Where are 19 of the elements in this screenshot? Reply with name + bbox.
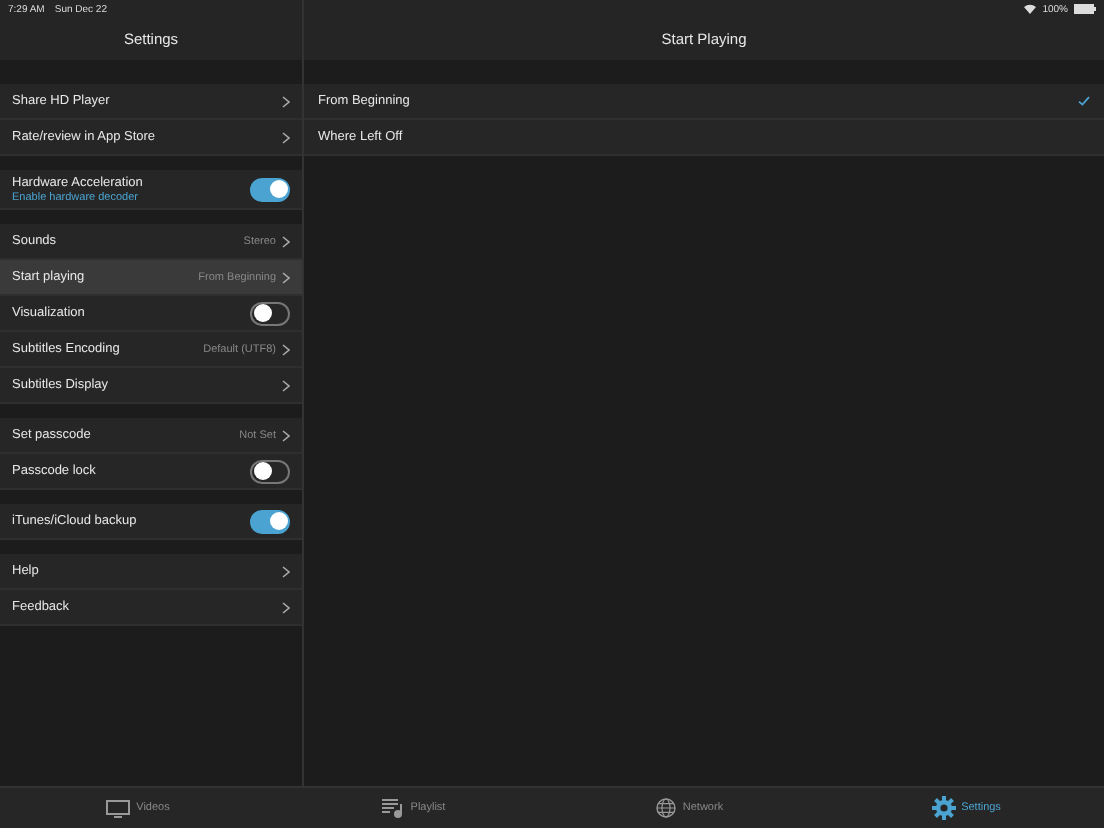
chevron-icon xyxy=(282,235,290,247)
chevron-icon xyxy=(282,601,290,613)
toggle-switch[interactable] xyxy=(250,509,290,533)
chevron-icon xyxy=(282,95,290,107)
toggle-switch[interactable] xyxy=(250,177,290,201)
toggle-switch[interactable] xyxy=(250,301,290,325)
battery-icon xyxy=(1074,4,1096,14)
chevron-icon xyxy=(282,429,290,441)
globe-icon xyxy=(656,798,677,818)
monitor-icon xyxy=(106,799,131,817)
chevron-icon xyxy=(282,271,290,283)
chevron-icon xyxy=(282,343,290,355)
settings-icon xyxy=(931,796,956,820)
chevron-icon xyxy=(282,379,290,391)
toggle-switch[interactable] xyxy=(250,459,290,483)
chevron-icon xyxy=(282,565,290,577)
wifi-icon xyxy=(1024,4,1037,14)
chevron-icon xyxy=(282,131,290,143)
playlist-icon xyxy=(382,798,405,818)
